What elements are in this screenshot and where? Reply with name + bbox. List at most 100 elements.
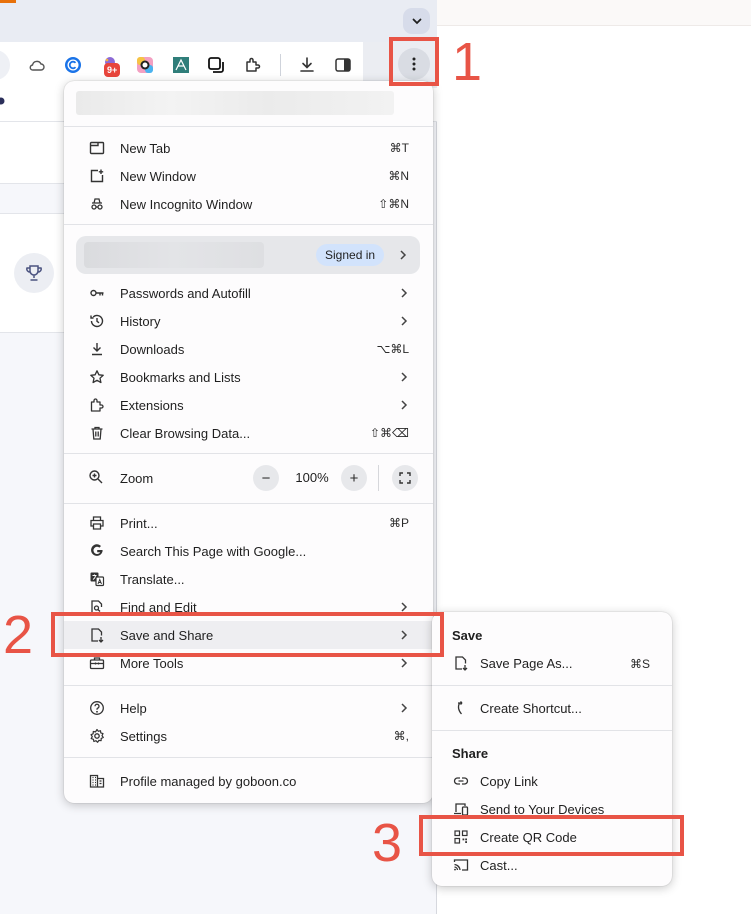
google-g-icon — [88, 542, 106, 560]
menu-item-extensions[interactable]: Extensions — [64, 391, 433, 419]
save-page-icon — [452, 654, 470, 672]
menu-item-clear-browsing-data[interactable]: Clear Browsing Data... ⇧⌘⌫ — [64, 419, 433, 447]
menu-item-label: History — [120, 313, 161, 329]
chevron-down-icon — [411, 15, 423, 27]
step-number-3: 3 — [372, 813, 403, 873]
puzzle-extensions-icon[interactable] — [242, 54, 264, 76]
download-icon[interactable] — [296, 54, 318, 76]
window-copy-icon[interactable] — [205, 54, 227, 76]
building-icon — [88, 772, 106, 790]
highlight-create-qr-code — [419, 815, 684, 856]
menu-item-label: More Tools — [120, 655, 184, 671]
step-number-1: 1 — [452, 32, 483, 92]
menu-item-new-tab[interactable]: New Tab ⌘T — [64, 134, 433, 162]
menu-item-label: New Tab — [120, 140, 171, 156]
chevron-right-icon — [399, 701, 409, 715]
menu-item-search-page-google[interactable]: Search This Page with Google... — [64, 537, 433, 565]
submenu-item-label: Cast... — [480, 858, 518, 873]
tab-search-button[interactable] — [403, 8, 430, 34]
shortcut-text: ⌘S — [629, 657, 650, 671]
download-icon — [88, 340, 106, 358]
menu-item-passwords-autofill[interactable]: Passwords and Autofill — [64, 279, 433, 307]
save-section-heading: Save — [452, 628, 483, 643]
step-number-2: 2 — [3, 605, 34, 665]
menu-divider — [64, 685, 433, 686]
menu-divider — [64, 757, 433, 758]
menu-item-bookmarks-lists[interactable]: Bookmarks and Lists — [64, 363, 433, 391]
menu-item-label: Translate... — [120, 571, 185, 587]
submenu-divider — [432, 730, 672, 731]
zoom-in-button[interactable]: + — [341, 465, 367, 491]
chevron-right-icon — [399, 656, 409, 670]
chevron-right-icon — [399, 286, 409, 300]
submenu-item-label: Create Shortcut... — [480, 701, 582, 716]
c-extension-icon[interactable] — [62, 54, 84, 76]
shortcut-arrow-icon — [452, 699, 470, 717]
chevron-right-icon — [399, 314, 409, 328]
highlight-kebab-menu — [389, 37, 439, 86]
menu-divider — [64, 126, 433, 127]
signed-in-badge: Signed in — [316, 244, 385, 266]
trash-icon — [88, 424, 106, 442]
chevron-right-icon — [398, 248, 408, 262]
menu-item-label: New Window — [120, 168, 196, 184]
translate-icon — [88, 570, 106, 588]
menu-divider — [64, 453, 433, 454]
bookmark-favicon-icon[interactable] — [0, 96, 8, 106]
history-icon — [88, 312, 106, 330]
menu-divider — [64, 503, 433, 504]
menu-item-label: Print... — [120, 515, 158, 531]
menu-item-history[interactable]: History — [64, 307, 433, 335]
shortcut-text: ⇧⌘⌫ — [369, 426, 409, 440]
menu-item-label: Passwords and Autofill — [120, 285, 251, 301]
submenu-item-label: Save Page As... — [480, 656, 573, 671]
asana-like-extension-icon[interactable] — [170, 54, 192, 76]
puzzle-icon — [88, 396, 106, 414]
zoom-label: Zoom — [120, 471, 154, 486]
menu-item-profile-managed[interactable]: Profile managed by goboon.co — [64, 767, 433, 795]
zoom-out-button[interactable]: − — [253, 465, 279, 491]
side-panel-icon[interactable] — [332, 54, 354, 76]
highlight-save-and-share — [51, 612, 444, 657]
chevron-right-icon — [399, 398, 409, 412]
menu-item-translate[interactable]: Translate... — [64, 565, 433, 593]
chevron-right-icon — [399, 370, 409, 384]
menu-item-downloads[interactable]: Downloads ⌥⌘L — [64, 335, 433, 363]
menu-item-print[interactable]: Print... ⌘P — [64, 509, 433, 537]
zoom-level: 100% — [295, 470, 329, 485]
trophy-icon[interactable] — [14, 253, 54, 293]
shortcut-text: ⇧⌘N — [378, 197, 409, 211]
omnibox[interactable] — [0, 50, 10, 80]
gear-icon — [88, 727, 106, 745]
submenu-item-create-shortcut[interactable]: Create Shortcut... — [432, 694, 672, 722]
shortcut-text: ⌘, — [393, 729, 409, 743]
menu-item-label: Clear Browsing Data... — [120, 425, 251, 441]
zoom-row: Zoom − 100% + — [64, 463, 433, 493]
submenu-item-label: Copy Link — [480, 774, 538, 789]
fullscreen-button[interactable] — [392, 465, 418, 491]
shortcut-text: ⌘P — [388, 516, 409, 530]
chrome-main-menu: New Tab ⌘T New Window ⌘N New Incognito W… — [64, 81, 433, 803]
background-page-strip — [437, 0, 751, 26]
submenu-item-save-page-as[interactable]: Save Page As... ⌘S — [432, 649, 672, 677]
menu-item-new-window[interactable]: New Window ⌘N — [64, 162, 433, 190]
submenu-item-copy-link[interactable]: Copy Link — [432, 767, 672, 795]
tab-accent — [0, 0, 16, 3]
toolbar-divider — [280, 54, 281, 76]
menu-item-label: Help — [120, 700, 147, 716]
fullscreen-icon — [399, 472, 411, 484]
key-icon — [88, 284, 106, 302]
menu-item-label: Settings — [120, 728, 167, 744]
color-picker-extension-icon[interactable] — [134, 54, 156, 76]
menu-item-label: Extensions — [120, 397, 184, 413]
incognito-icon — [88, 195, 106, 213]
menu-item-settings[interactable]: Settings ⌘, — [64, 722, 433, 750]
help-icon — [88, 699, 106, 717]
shortcut-text: ⌘N — [388, 169, 409, 183]
menu-item-help[interactable]: Help — [64, 694, 433, 722]
menu-divider — [64, 224, 433, 225]
page-card — [0, 122, 70, 184]
profile-signed-in-row[interactable]: Signed in — [76, 236, 420, 274]
menu-item-new-incognito-window[interactable]: New Incognito Window ⇧⌘N — [64, 190, 433, 218]
cloud-icon[interactable] — [26, 54, 48, 76]
